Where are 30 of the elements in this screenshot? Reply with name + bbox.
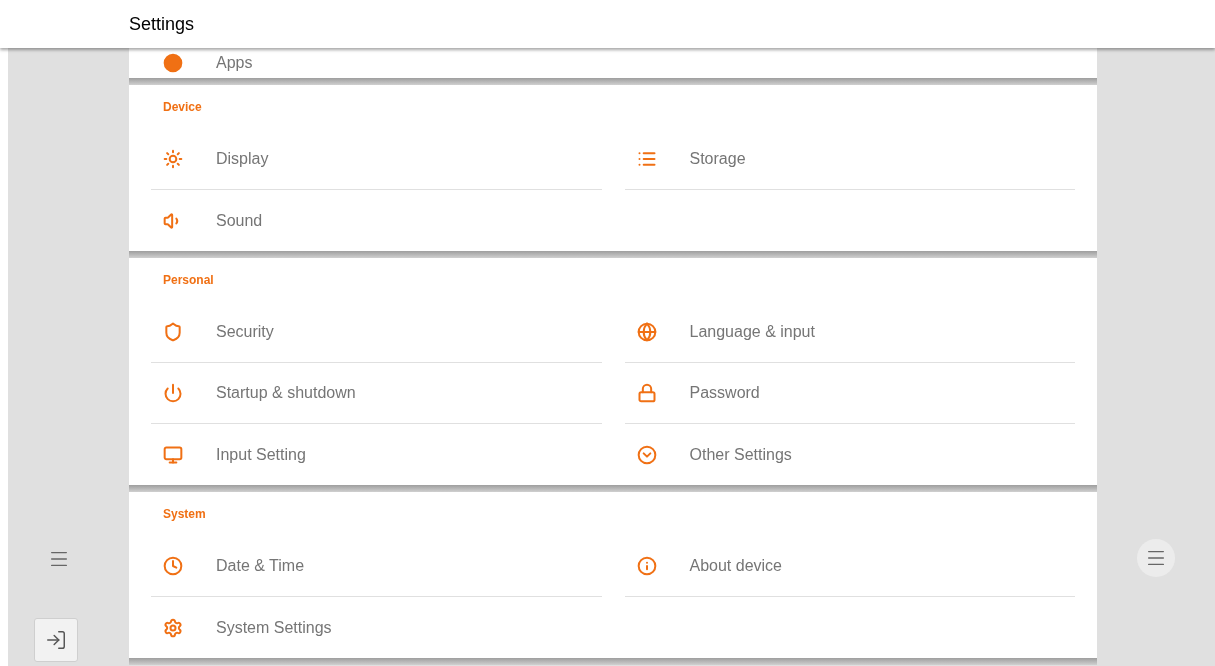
item-label: Storage [689, 149, 746, 169]
item-label: Password [689, 383, 760, 403]
item-label: About device [689, 556, 782, 576]
settings-item[interactable]: About device [624, 536, 1075, 597]
settings-item[interactable]: Sound [151, 190, 602, 251]
page-title: Settings [129, 12, 195, 36]
settings-item[interactable]: System Settings [151, 597, 602, 658]
settings-item[interactable]: Input Setting [151, 424, 602, 485]
settings-item[interactable]: Display [151, 129, 602, 190]
item-label: Date & Time [216, 556, 305, 576]
settings-item[interactable]: Startup & shutdown [151, 363, 602, 424]
settings-item[interactable]: Other Settings [624, 424, 1075, 485]
item-label: Other Settings [689, 444, 792, 465]
section-header: Personal [163, 272, 214, 289]
item-label: Security [216, 322, 274, 342]
item-label: Display [216, 149, 269, 169]
item-label: Apps [216, 53, 253, 73]
settings-item[interactable]: Apps [151, 49, 602, 77]
item-label: Startup & shutdown [216, 383, 356, 403]
section-header: System [163, 506, 206, 523]
item-label: Language & input [689, 322, 815, 342]
settings-item[interactable]: Date & Time [151, 536, 602, 597]
settings-item[interactable]: Password [624, 363, 1075, 424]
settings-item[interactable]: Storage [624, 129, 1075, 190]
item-label: System Settings [216, 617, 332, 638]
item-label: Input Setting [216, 444, 306, 465]
settings-item[interactable]: Security [151, 302, 602, 363]
item-label: Sound [216, 210, 263, 231]
settings-item[interactable]: Language & input [624, 302, 1075, 363]
section-header: Device [163, 99, 202, 116]
